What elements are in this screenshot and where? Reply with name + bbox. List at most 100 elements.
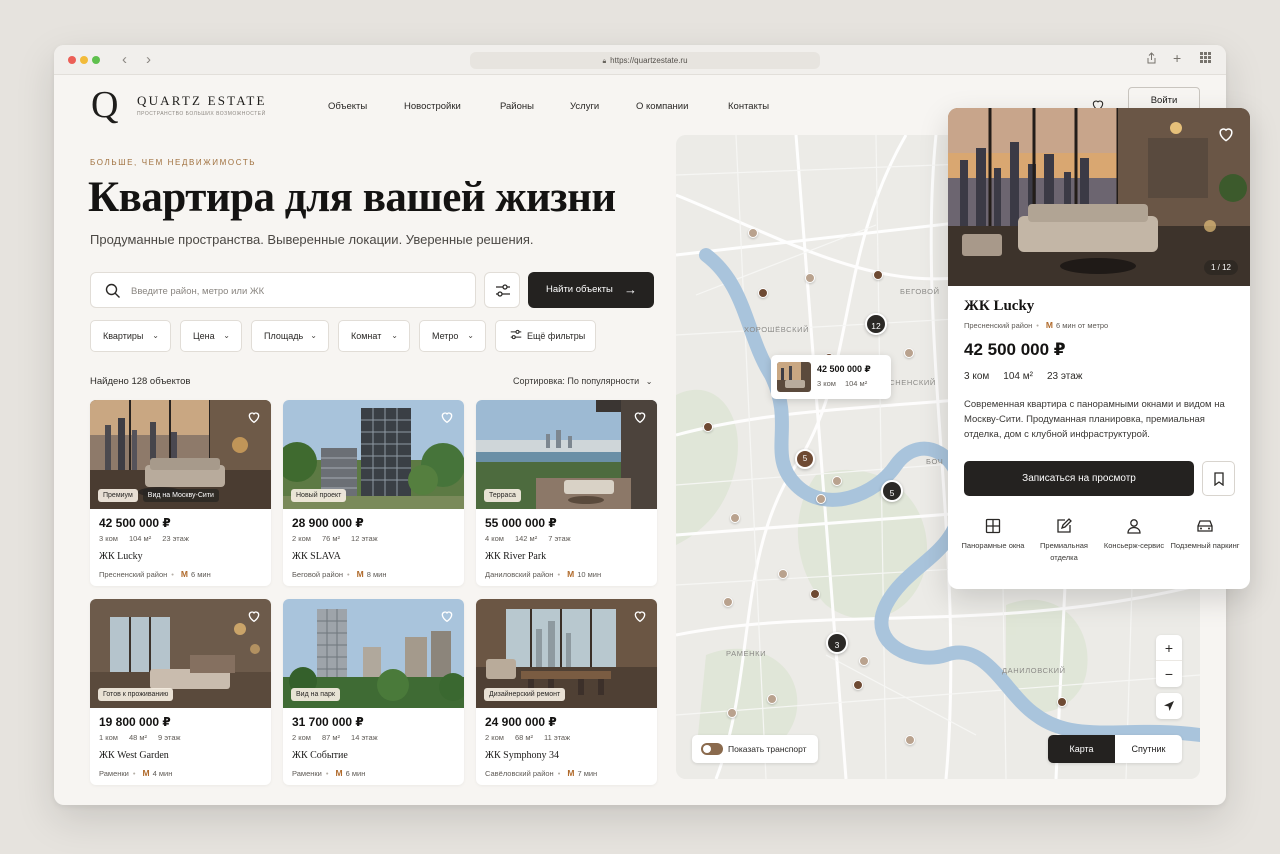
listing-name[interactable]: ЖК West Garden [99,750,169,761]
listing-name[interactable]: ЖК Lucky [99,551,143,562]
listing-badge: Премиум [98,489,138,502]
filter-settings-button[interactable] [484,272,520,308]
pencil-edit-icon [1057,518,1072,533]
favorite-heart-icon[interactable] [246,608,262,624]
map-marker[interactable] [778,569,788,579]
listing-area: 87 м² [321,733,341,742]
nav-about[interactable]: О компании [636,101,688,112]
logo-mark[interactable]: Q [91,85,118,125]
share-icon[interactable] [1146,52,1157,67]
listing-card[interactable]: Дизайнерский ремонт 24 900 000 ₽ 2 ком 68… [476,599,657,785]
map-type-map[interactable]: Карта [1048,735,1115,763]
logo-name[interactable]: QUARTZ ESTATE [137,93,267,109]
car-icon [1197,520,1213,532]
lock-icon: 🔒︎ [602,58,607,65]
listing-price: 55 000 000 ₽ [485,516,557,530]
map-marker[interactable] [873,270,883,280]
favorite-heart-icon[interactable] [246,409,262,425]
listing-card[interactable]: Новый проект 28 900 000 ₽ 2 ком 76 м² 12 э… [283,400,464,586]
logo-tagline: ПРОСТРАНСТВО БОЛЬШИХ ВОЗМОЖНОСТЕЙ [137,111,266,117]
forward-arrow-icon[interactable]: › [146,51,151,68]
map-cluster[interactable]: 5 [881,480,903,502]
find-objects-button[interactable]: Найти объекты → [528,272,654,308]
map-marker[interactable] [805,273,815,283]
metro-icon: М [335,768,343,778]
filter-area-dropdown[interactable]: Площадь ⌄ [251,320,329,352]
new-tab-icon[interactable]: + [1173,50,1181,66]
sort-dropdown[interactable]: Сортировка: По популярности ⌄ [513,376,652,386]
listing-metro-time: 7 мин [577,769,598,778]
listing-name[interactable]: ЖК River Park [485,551,546,562]
map-cluster[interactable]: 5 [795,449,815,469]
map-marker[interactable] [748,228,758,238]
amenity-label: Консьерж-сервис [1103,541,1165,550]
filter-price-dropdown[interactable]: Цена ⌄ [180,320,242,352]
favorite-heart-icon[interactable] [439,608,455,624]
book-viewing-button[interactable]: Записаться на просмотр [964,461,1194,496]
nav-objects[interactable]: Объекты [328,101,367,112]
map-marker[interactable] [904,348,914,358]
map-marker[interactable] [723,597,733,607]
close-window-dot[interactable] [68,56,76,64]
listing-name[interactable]: ЖК Событие [292,750,348,761]
listing-name[interactable]: ЖК SLAVA [292,551,341,562]
listing-card[interactable]: Готов к проживанию 19 800 000 ₽ 1 ком 48 … [90,599,271,785]
map-marker[interactable] [727,708,737,718]
search-input[interactable] [131,282,461,300]
favorite-heart-icon[interactable] [632,409,648,425]
listing-card[interactable]: Премиум Вид на Москву-Сити 42 500 000 ₽ … [90,400,271,586]
map-price-popup[interactable]: 42 500 000 ₽ 3 ком 104 м² [771,355,891,399]
map-cluster[interactable]: 3 [826,632,848,654]
map-marker[interactable] [853,680,863,690]
favorite-heart-icon[interactable] [632,608,648,624]
favorite-heart-icon[interactable] [439,409,455,425]
search-box[interactable] [90,272,476,308]
address-bar[interactable]: 🔒︎ https://quartzestate.ru [470,52,820,69]
map-marker[interactable] [905,735,915,745]
map-marker[interactable] [832,476,842,486]
toggle-switch[interactable] [701,743,723,755]
navigation-arrow-icon [1164,701,1174,711]
bookmark-button[interactable] [1202,461,1235,496]
zoom-out-button[interactable]: − [1156,661,1182,687]
listing-location: Беговой район • М 8 мин [292,569,387,579]
map-marker[interactable] [730,513,740,523]
chevron-down-icon: ⌄ [310,331,317,340]
filter-price-label: Цена [193,331,215,341]
map-marker[interactable] [758,288,768,298]
nav-districts[interactable]: Районы [500,101,534,112]
nav-new-buildings[interactable]: Новостройки [404,101,461,112]
map-district-label: БОЧ [926,457,944,466]
filter-rooms-dropdown[interactable]: Комнат ⌄ [338,320,410,352]
listing-specs: 2 ком 87 м² 14 этаж [292,733,389,742]
map-marker[interactable] [859,656,869,666]
filter-metro-dropdown[interactable]: Метро ⌄ [419,320,486,352]
listing-name[interactable]: ЖК Symphony 34 [485,750,559,761]
nav-services[interactable]: Услуги [570,101,599,112]
filter-type-dropdown[interactable]: Квартиры ⌄ [90,320,171,352]
map-marker[interactable] [703,422,713,432]
map-marker[interactable] [767,694,777,704]
locate-me-button[interactable] [1156,693,1182,719]
chevron-down-icon: ⌄ [645,377,653,386]
chevron-down-icon: ⌄ [152,331,159,340]
maximize-window-dot[interactable] [92,56,100,64]
more-filters-button[interactable]: Ещё фильтры [495,320,596,352]
tab-overview-icon[interactable] [1200,52,1211,66]
back-arrow-icon[interactable]: ‹ [122,51,127,68]
detail-photo[interactable] [948,108,1250,286]
favorite-heart-icon[interactable] [1216,124,1236,144]
nav-contacts[interactable]: Контакты [728,101,769,112]
minimize-window-dot[interactable] [80,56,88,64]
map-cluster[interactable]: 12 [865,313,887,335]
map-marker[interactable] [810,589,820,599]
map-marker[interactable] [816,494,826,504]
map-type-satellite[interactable]: Спутник [1115,735,1182,763]
zoom-in-button[interactable]: + [1156,635,1182,661]
listing-card[interactable]: Терраса 55 000 000 ₽ 4 ком 142 м² 7 этаж Ж… [476,400,657,586]
transport-toggle[interactable]: Показать транспорт [692,735,818,763]
map-marker[interactable] [1057,697,1067,707]
badge-group: Дизайнерский ремонт [484,688,566,701]
listing-rooms: 1 ком [99,733,118,742]
listing-card[interactable]: Вид на парк 31 700 000 ₽ 2 ком 87 м² 14 эт… [283,599,464,785]
